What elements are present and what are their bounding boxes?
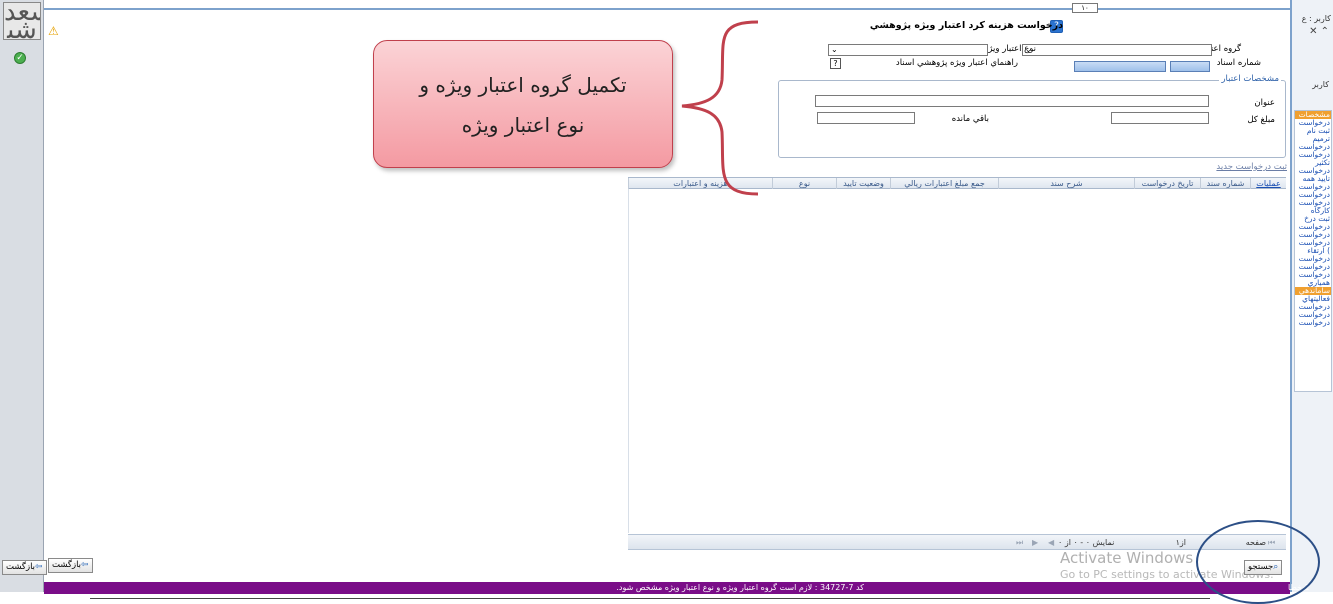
status-bar: كد 7-34727 : لازم است گروه اعتبار ويژه و…: [44, 582, 1310, 594]
sidebar-menu-item[interactable]: درخواست: [1295, 199, 1331, 207]
sidebar-menu-item[interactable]: درخواست: [1295, 303, 1331, 311]
column-header[interactable]: عمليات: [1250, 178, 1286, 189]
credit-details-panel: مشخصات اعتبار عنوان مبلغ كل باقي مانده: [778, 74, 1286, 158]
remaining-field[interactable]: [817, 112, 915, 124]
sidebar-menu-item[interactable]: درخواست: [1295, 119, 1331, 127]
sidebar-menu-item[interactable]: درخواست: [1295, 263, 1331, 271]
highlight-circle: [1196, 520, 1320, 604]
sidebar-menu-item[interactable]: فعاليتهاي: [1295, 295, 1331, 303]
subject-label: عنوان: [1254, 98, 1275, 108]
collapse-icons[interactable]: ✕ ⌃: [1309, 26, 1329, 37]
doc-number-field-1[interactable]: [1170, 61, 1210, 72]
credit-type-select[interactable]: ⌄: [828, 44, 988, 56]
sidebar-menu-item[interactable]: مشخصات: [1295, 111, 1331, 119]
frame-top-border: [44, 8, 1290, 10]
remaining-label: باقي مانده: [951, 114, 989, 124]
column-header[interactable]: شماره سند: [1200, 178, 1250, 189]
credit-type-label: نوع اعتبار ويژه: [983, 44, 1036, 54]
help-icon[interactable]: ?: [830, 58, 841, 69]
sidebar-menu-item[interactable]: ترميم: [1295, 135, 1331, 143]
prev-page-icon[interactable]: ◀: [1048, 538, 1054, 547]
warning-icon[interactable]: ⚠: [48, 24, 59, 38]
column-header[interactable]: جمع مبلغ اعتبارات ريالي: [890, 178, 998, 189]
grid-body: [628, 189, 1286, 533]
last-page-icon[interactable]: ⏭: [1016, 538, 1023, 548]
sidebar-menu-item[interactable]: كارگاه: [1295, 207, 1331, 215]
left-sidebar: ﺳﻌﺪﺷﻴ ✓: [0, 0, 44, 592]
annotation-callout: تكميل گروه اعتبار ويژه و نوع اعتبار ويژه: [373, 40, 673, 168]
sidebar-menu-item[interactable]: تاييد همه: [1295, 175, 1331, 183]
display-info: نمايش ۰ - ۰ از ۰: [1058, 538, 1115, 547]
sidebar-menu-item[interactable]: درخواست: [1295, 143, 1331, 151]
menu-list: مشخصات درخواست ثبت نام ترميم درخواست درخواست ت…: [1294, 110, 1332, 392]
subject-field[interactable]: [815, 95, 1209, 107]
sidebar-menu-item[interactable]: ثبت درخ: [1295, 215, 1331, 223]
app-window: ﺳﻌﺪﺷﻴ ✓ ⚠ كاربر : ع ✕ ⌃ كاربر مشخصاتدرخو…: [0, 0, 1333, 604]
sidebar-menu-item[interactable]: تكثير: [1295, 159, 1331, 167]
page-size-select[interactable]: ۱۰: [1072, 3, 1098, 13]
bottom-line: [90, 598, 1210, 599]
doc-number-label: شماره اسناد: [1216, 58, 1261, 68]
user-label: كاربر : ع: [1301, 14, 1331, 23]
sidebar-menu-item[interactable]: درخواست: [1295, 223, 1331, 231]
sidebar-menu-item[interactable]: ثبت نام: [1295, 127, 1331, 135]
column-header[interactable]: وضعيت تاييد: [836, 178, 890, 189]
sidebar-menu-item[interactable]: درخواست: [1295, 271, 1331, 279]
of-label: از۱: [1175, 538, 1186, 547]
credit-group-select[interactable]: ⌄: [1022, 44, 1212, 56]
check-icon: ✓: [14, 52, 26, 64]
sidebar-menu-item[interactable]: درخواست: [1295, 311, 1331, 319]
back-arrow-icon: ⇦: [35, 562, 43, 572]
sidebar-menu-item[interactable]: درخواست: [1295, 255, 1331, 263]
status-message: كد 7-34727 : لازم است گروه اعتبار ويژه و…: [616, 583, 864, 592]
sidebar-menu-item[interactable]: ساماندهي: [1295, 287, 1331, 295]
back-button[interactable]: ⇦بازگشت: [48, 558, 93, 573]
back-arrow-icon: ⇦: [81, 560, 89, 570]
total-label: مبلغ كل: [1247, 115, 1275, 125]
doc-number-field-2[interactable]: [1074, 61, 1166, 72]
sidebar-menu-item[interactable]: درخواست: [1295, 191, 1331, 199]
sidebar-menu-item[interactable]: همياري: [1295, 279, 1331, 287]
column-header[interactable]: تاريخ درخواست: [1134, 178, 1200, 189]
panel-legend: مشخصات اعتبار: [1219, 74, 1281, 84]
brace-icon: [681, 20, 759, 196]
column-header[interactable]: شرح سند: [998, 178, 1134, 189]
total-field[interactable]: [1111, 112, 1209, 124]
sidebar-menu-item[interactable]: درخواست: [1295, 319, 1331, 327]
chevron-down-icon: ⌄: [831, 45, 838, 54]
sidebar-menu-item[interactable]: درخواست: [1295, 167, 1331, 175]
watermark-title: Activate Windows: [1060, 549, 1194, 567]
callout-line-1: تكميل گروه اعتبار ويژه و: [419, 73, 627, 97]
sidebar-menu-item[interactable]: درخواست: [1295, 239, 1331, 247]
sidebar-menu-item[interactable]: درخواست: [1295, 231, 1331, 239]
sidebar-menu-item[interactable]: درخواست: [1295, 183, 1331, 191]
pager: ⏮ ◀ ▶ ⏭ صفحه از۱ نمايش ۰ - ۰ از ۰: [628, 534, 1286, 550]
user-section-label: كاربر: [1312, 80, 1329, 89]
back-button-outer[interactable]: ⇦بازگشت: [2, 560, 47, 575]
logo: ﺳﻌﺪﺷﻴ: [3, 2, 41, 40]
sidebar-menu-item[interactable]: درخواست: [1295, 151, 1331, 159]
sidebar-menu-item[interactable]: ارتقاء (: [1295, 247, 1331, 255]
guide-label: راهنماي اعتبار ويژه پژوهشي اسناد: [895, 58, 1018, 68]
callout-line-2: نوع اعتبار ويژه: [461, 113, 585, 137]
new-request-link[interactable]: ثبت درخواست جديد: [1216, 162, 1287, 172]
next-page-icon[interactable]: ▶: [1032, 538, 1038, 547]
form-title: درخواست هزينه كرد اعتبار ويژه پژوهشي: [869, 20, 1063, 31]
